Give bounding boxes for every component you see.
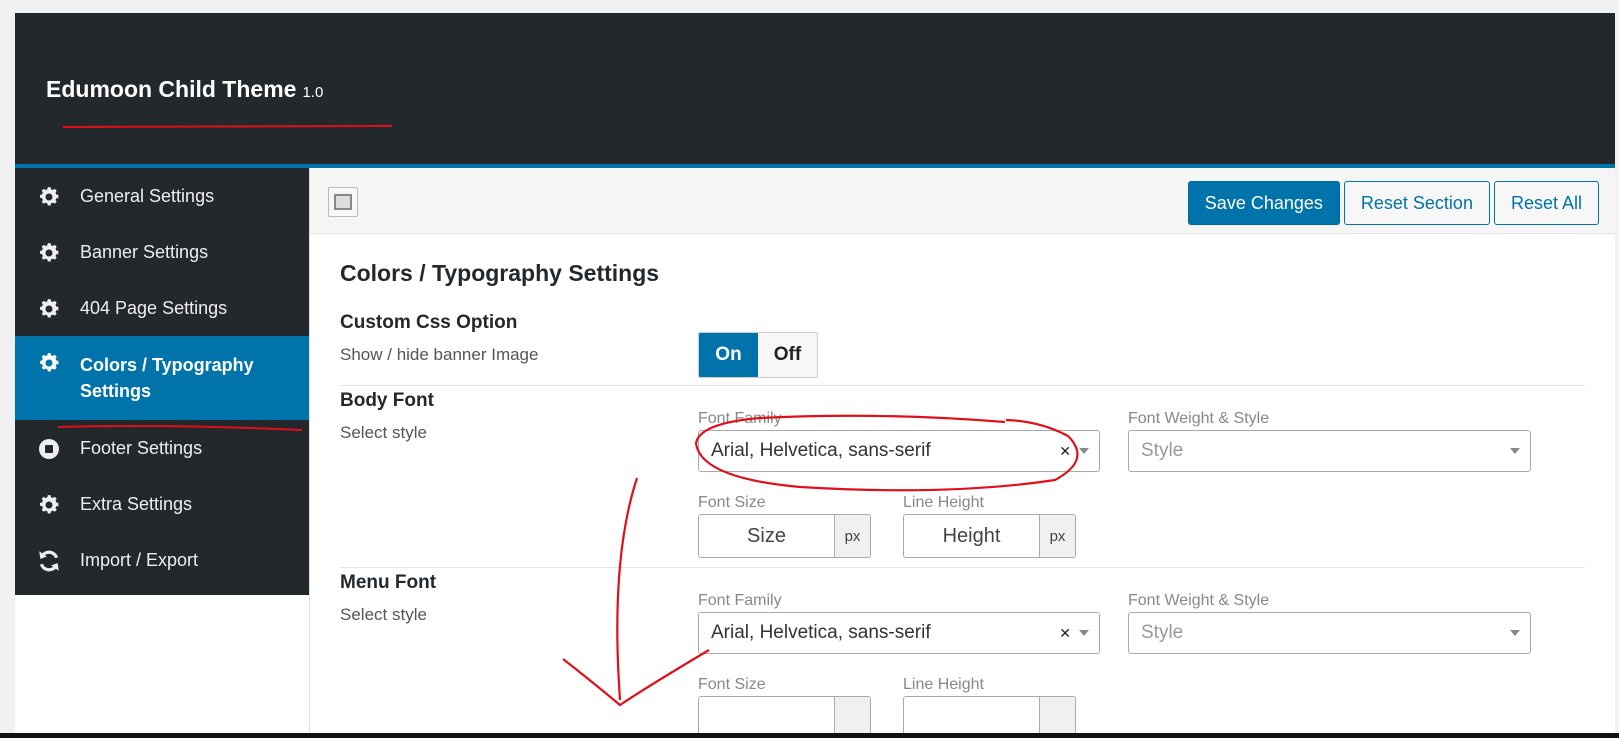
custom-css-desc: Show / hide banner Image — [340, 345, 539, 364]
menu-font-family-value: Arial, Helvetica, sans-serif — [711, 622, 931, 643]
expand-options-button[interactable] — [328, 187, 358, 217]
menu-font-size-label: Font Size — [698, 676, 766, 693]
sidebar-item-banner-settings[interactable]: Banner Settings — [15, 224, 309, 280]
chevron-down-icon — [1510, 448, 1520, 454]
chevron-down-icon — [1510, 630, 1520, 636]
gear-icon — [35, 491, 63, 519]
menu-line-height-label: Line Height — [903, 676, 984, 693]
menu-font-family-label: Font Family — [698, 592, 782, 609]
sidebar-item-colors-typography[interactable]: Colors / Typography Settings — [15, 336, 309, 420]
body-font-size-input[interactable]: Size px — [698, 514, 871, 558]
toolbar-actions: Save Changes Reset Section Reset All — [1187, 181, 1599, 225]
toolbar: Save Changes Reset Section Reset All — [310, 168, 1615, 234]
line-height-unit: px — [1039, 515, 1075, 557]
font-size-unit — [834, 697, 870, 735]
theme-version: 1.0 — [302, 84, 324, 101]
body-font-label: Body Font — [340, 390, 434, 411]
line-height-placeholder: Height — [942, 524, 1001, 547]
font-size-value — [699, 697, 834, 735]
sidebar-item-extra-settings[interactable]: Extra Settings — [15, 476, 309, 532]
refresh-icon — [35, 547, 63, 575]
theme-name: Edumoon Child Theme — [46, 76, 297, 102]
custom-css-row: Custom Css Option Show / hide banner Ima… — [340, 312, 1585, 386]
body-font-weight-label: Font Weight & Style — [1128, 410, 1270, 427]
body-font-family-label: Font Family — [698, 410, 782, 427]
panel-header: Edumoon Child Theme 1.0 — [15, 13, 1615, 168]
sidebar-item-label: 404 Page Settings — [80, 298, 228, 318]
sidebar-item-label: General Settings — [80, 186, 215, 206]
save-changes-button[interactable]: Save Changes — [1187, 181, 1340, 225]
font-size-unit: px — [834, 515, 870, 557]
gear-icon — [35, 295, 63, 323]
body-font-size-label: Font Size — [698, 494, 766, 511]
sidebar-item-general-settings[interactable]: General Settings — [15, 168, 309, 224]
body-font-weight-placeholder: Style — [1141, 440, 1184, 461]
line-height-value — [904, 697, 1039, 735]
clear-icon[interactable]: ✕ — [1059, 443, 1071, 460]
custom-css-toggle[interactable]: On Off — [698, 332, 818, 378]
section-title: Colors / Typography Settings — [340, 260, 660, 286]
gear-icon — [35, 349, 63, 377]
toggle-on[interactable]: On — [699, 333, 758, 377]
sidebar-nav: General Settings Banner Settings 404 Pag… — [15, 168, 309, 595]
body-font-weight-select[interactable]: Style — [1128, 430, 1531, 472]
chevron-down-icon — [1079, 448, 1089, 454]
sidebar-item-label: Colors / Typography Settings — [80, 355, 254, 401]
clear-icon[interactable]: ✕ — [1059, 625, 1071, 642]
toggle-off[interactable]: Off — [758, 333, 817, 377]
sidebar-item-label: Footer Settings — [80, 438, 203, 458]
sidebar-item-label: Import / Export — [80, 550, 199, 570]
stop-circle-icon — [35, 435, 63, 463]
menu-font-weight-select[interactable]: Style — [1128, 612, 1531, 654]
gear-icon — [35, 239, 63, 267]
theme-title: Edumoon Child Theme 1.0 — [46, 76, 323, 103]
menu-font-family-select[interactable]: Arial, Helvetica, sans-serif ✕ — [698, 612, 1100, 654]
body-line-height-label: Line Height — [903, 494, 984, 511]
body-font-family-value: Arial, Helvetica, sans-serif — [711, 440, 931, 461]
sidebar-item-label: Banner Settings — [80, 242, 209, 262]
sidebar-item-label: Extra Settings — [80, 494, 193, 514]
expand-icon — [334, 194, 352, 210]
menu-font-label: Menu Font — [340, 572, 437, 593]
body-line-height-input[interactable]: Height px — [903, 514, 1076, 558]
menu-line-height-input[interactable] — [903, 696, 1076, 735]
menu-font-weight-placeholder: Style — [1141, 622, 1184, 643]
body-font-family-select[interactable]: Arial, Helvetica, sans-serif ✕ — [698, 430, 1100, 472]
line-height-unit — [1039, 697, 1075, 735]
bottom-edge — [0, 733, 1619, 738]
gear-icon — [35, 183, 63, 211]
theme-options-panel: Edumoon Child Theme 1.0 General Settings … — [15, 13, 1615, 735]
sidebar-item-import-export[interactable]: Import / Export — [15, 532, 309, 588]
reset-all-button[interactable]: Reset All — [1493, 181, 1599, 225]
reset-section-button[interactable]: Reset Section — [1343, 181, 1490, 225]
menu-font-size-input[interactable] — [698, 696, 871, 735]
settings-content: Save Changes Reset Section Reset All Col… — [309, 168, 1615, 735]
custom-css-label: Custom Css Option — [340, 312, 518, 333]
sidebar-item-footer-settings[interactable]: Footer Settings — [15, 420, 309, 476]
chevron-down-icon — [1079, 630, 1089, 636]
menu-font-weight-label: Font Weight & Style — [1128, 592, 1270, 609]
sidebar-item-404-page-settings[interactable]: 404 Page Settings — [15, 280, 309, 336]
font-size-placeholder: Size — [747, 524, 786, 547]
